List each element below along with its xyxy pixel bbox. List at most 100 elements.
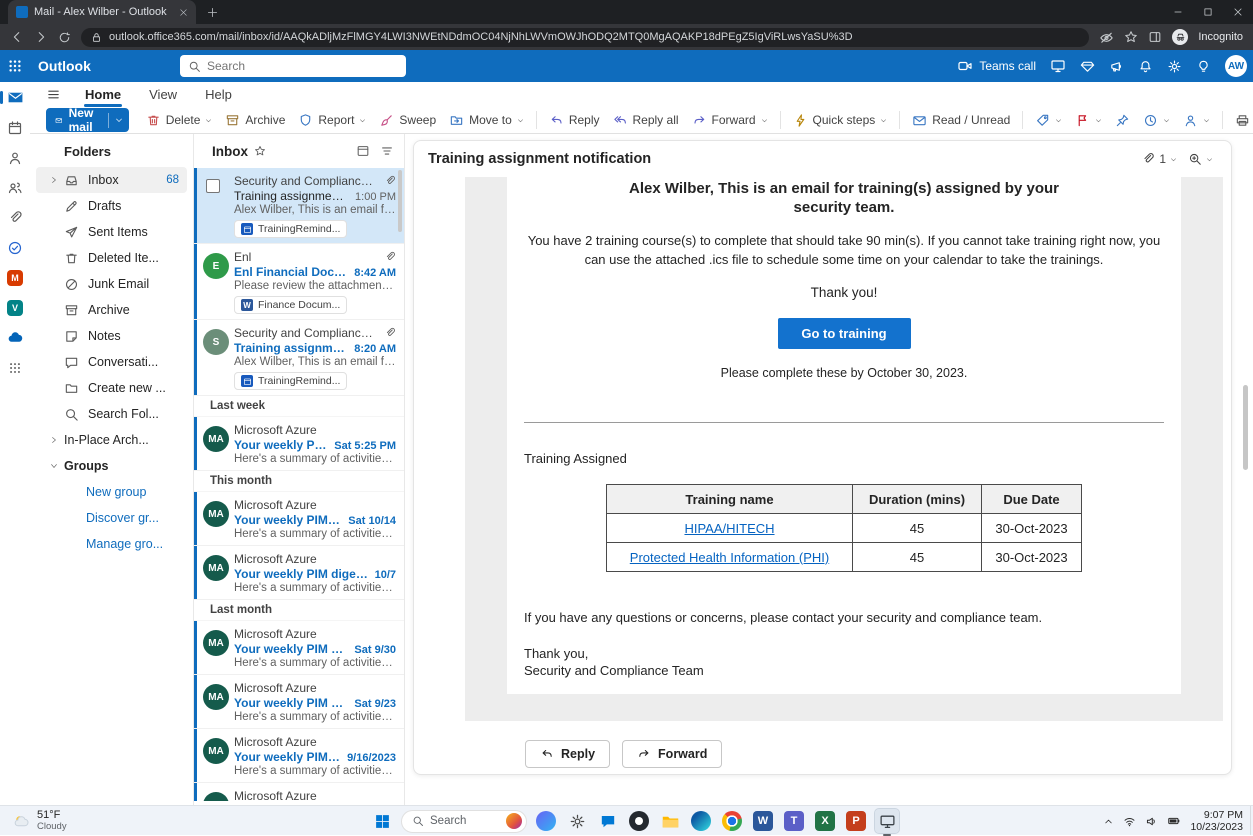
tab-close-icon[interactable] <box>179 8 188 17</box>
teams-call-button[interactable]: Teams call <box>957 58 1036 74</box>
user-avatar[interactable]: AW <box>1225 55 1247 77</box>
reply-response-button[interactable]: Reply <box>525 740 610 768</box>
pin-icon[interactable] <box>1109 110 1136 131</box>
new-group-link[interactable]: New group <box>30 479 193 505</box>
snooze-clock-icon[interactable] <box>1137 110 1176 131</box>
edge-icon[interactable] <box>689 809 713 833</box>
folder-drafts[interactable]: Drafts <box>30 193 193 219</box>
announcements-icon[interactable] <box>1109 59 1124 74</box>
folder-inplace-archive[interactable]: In-Place Arch... <box>30 427 193 453</box>
bookmark-star-icon[interactable] <box>1124 30 1138 44</box>
delete-button[interactable]: Delete <box>140 110 219 131</box>
chrome-incognito-active-icon[interactable] <box>875 809 899 833</box>
folder-notes[interactable]: Notes <box>30 323 193 349</box>
clock-widget[interactable]: 9:07 PM 10/23/2023 <box>1190 809 1243 833</box>
chevron-down-icon[interactable] <box>761 117 768 124</box>
groups-header[interactable]: Groups <box>30 453 193 479</box>
tab-home[interactable]: Home <box>75 84 131 105</box>
chevron-down-icon[interactable] <box>50 462 64 470</box>
zoom-dropdown[interactable] <box>1184 150 1217 168</box>
list-item[interactable]: Security and Compliance Te... Training a… <box>194 168 404 244</box>
training-link[interactable]: Protected Health Information (PHI) <box>630 550 829 565</box>
email-checkbox[interactable] <box>206 179 220 193</box>
battery-icon[interactable] <box>1167 814 1181 828</box>
list-item[interactable]: MA Microsoft Azure Your weekly PIM diges… <box>194 675 404 729</box>
avatar[interactable]: MA <box>203 630 229 656</box>
quick-steps-button[interactable]: Quick steps <box>787 110 894 131</box>
list-item[interactable]: MA Microsoft Azure <box>194 783 404 801</box>
chevron-down-icon[interactable] <box>1163 117 1170 124</box>
chevron-down-icon[interactable] <box>359 117 366 124</box>
favorite-star-icon[interactable] <box>254 145 266 157</box>
new-mail-button[interactable]: New mail <box>46 108 129 132</box>
chevron-right-icon[interactable] <box>50 176 64 184</box>
chevron-down-icon[interactable] <box>1203 117 1210 124</box>
rail-mail-icon[interactable] <box>7 89 24 106</box>
folder-conversation-history[interactable]: Conversati... <box>30 349 193 375</box>
folder-sent-items[interactable]: Sent Items <box>30 219 193 245</box>
list-scrollbar[interactable] <box>398 170 402 232</box>
folder-deleted-items[interactable]: Deleted Ite... <box>30 245 193 271</box>
rail-onedrive-icon[interactable] <box>7 329 24 346</box>
list-item[interactable]: E Enl Enl Financial Document8:42 AM Plea… <box>194 244 404 320</box>
search-input[interactable] <box>207 59 398 73</box>
settings-gear-icon[interactable] <box>1167 59 1182 74</box>
avatar[interactable]: MA <box>203 426 229 452</box>
page-scrollbar[interactable] <box>1243 385 1248 470</box>
discover-groups-link[interactable]: Discover gr... <box>30 505 193 531</box>
reply-all-button[interactable]: Reply all <box>607 110 685 131</box>
wifi-icon[interactable] <box>1123 815 1136 828</box>
back-icon[interactable] <box>10 30 24 44</box>
rail-groups-icon[interactable] <box>7 179 24 196</box>
notifications-bell-icon[interactable] <box>1138 59 1153 74</box>
avatar[interactable]: MA <box>203 555 229 581</box>
attachment-chip[interactable]: TrainingRemind... <box>234 220 347 238</box>
app-launcher-icon[interactable] <box>0 50 30 82</box>
avatar[interactable]: MA <box>203 501 229 527</box>
forward-icon[interactable] <box>34 30 48 44</box>
word-icon[interactable]: W <box>751 809 775 833</box>
rail-todo-icon[interactable] <box>7 239 24 256</box>
chevron-down-icon[interactable] <box>517 117 524 124</box>
list-item[interactable]: MA Microsoft Azure Your weekly PIM dige.… <box>194 729 404 783</box>
excel-icon[interactable]: X <box>813 809 837 833</box>
rail-more-apps-icon[interactable] <box>7 359 24 376</box>
tab-help[interactable]: Help <box>195 84 242 105</box>
site-info-icon[interactable] <box>91 32 102 43</box>
list-item[interactable]: MA Microsoft Azure Your weekly PIM diges… <box>194 621 404 675</box>
tab-view[interactable]: View <box>139 84 187 105</box>
folder-create-new[interactable]: Create new ... <box>30 375 193 401</box>
window-maximize-button[interactable] <box>1193 0 1223 24</box>
move-to-button[interactable]: Move to <box>443 110 530 131</box>
chrome-icon[interactable] <box>720 809 744 833</box>
forward-response-button[interactable]: Forward <box>622 740 722 768</box>
outlook-search-box[interactable] <box>180 55 406 77</box>
browser-tab[interactable]: Mail - Alex Wilber - Outlook <box>8 0 196 24</box>
weather-widget[interactable]: 51°FCloudy <box>6 806 73 836</box>
rail-calendar-icon[interactable] <box>7 119 24 136</box>
chevron-down-icon[interactable] <box>880 117 887 124</box>
sweep-button[interactable]: Sweep <box>373 110 442 131</box>
avatar[interactable]: MA <box>203 738 229 764</box>
chat-app-icon[interactable] <box>596 809 620 833</box>
folder-junk-email[interactable]: Junk Email <box>30 271 193 297</box>
attachment-chip[interactable]: WFinance Docum... <box>234 296 347 314</box>
flag-icon[interactable] <box>1069 110 1108 131</box>
chevron-up-icon[interactable] <box>1103 816 1114 827</box>
block-sender-icon[interactable] <box>1177 110 1216 131</box>
archive-button[interactable]: Archive <box>219 110 291 131</box>
eye-off-icon[interactable] <box>1099 30 1114 45</box>
rail-m365-icon[interactable]: M <box>7 269 24 286</box>
powerpoint-icon[interactable]: P <box>844 809 868 833</box>
taskbar-search[interactable]: Search <box>401 810 527 833</box>
go-to-training-button[interactable]: Go to training <box>778 318 911 349</box>
manage-groups-link[interactable]: Manage gro... <box>30 531 193 557</box>
attachment-chip[interactable]: TrainingRemind... <box>234 372 347 390</box>
report-button[interactable]: Report <box>292 110 372 131</box>
list-item[interactable]: MA Microsoft Azure Your weekly PIM diges… <box>194 492 404 546</box>
folder-inbox[interactable]: Inbox 68 <box>36 167 187 193</box>
new-tab-button[interactable] <box>200 0 224 24</box>
folder-search-folders[interactable]: Search Fol... <box>30 401 193 427</box>
github-app-icon[interactable] <box>627 809 651 833</box>
print-icon[interactable] <box>1229 110 1253 131</box>
